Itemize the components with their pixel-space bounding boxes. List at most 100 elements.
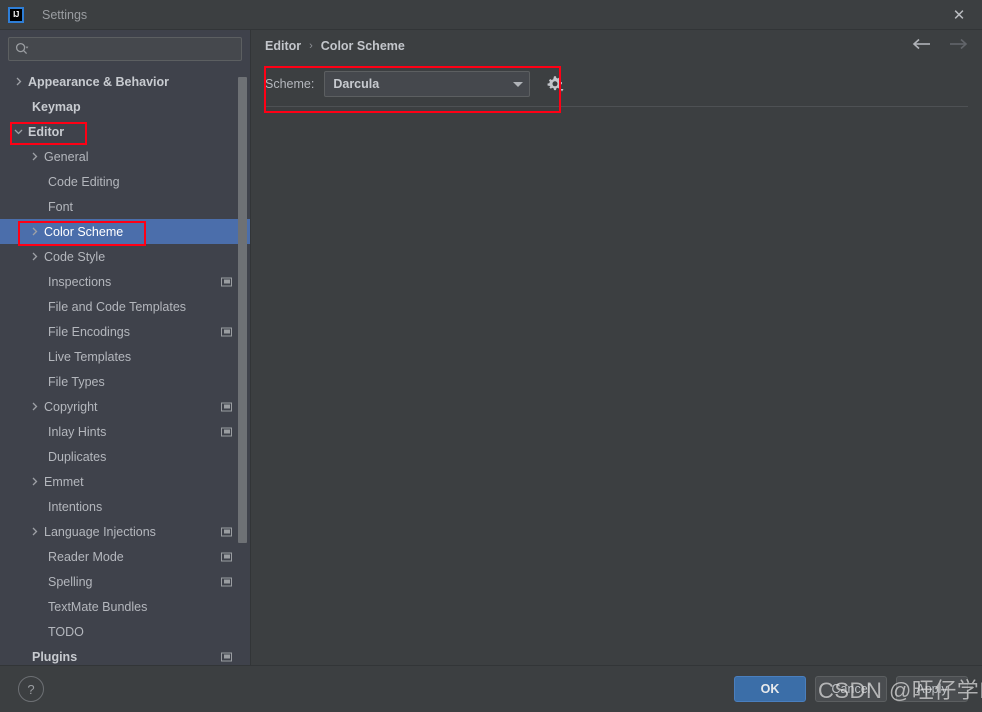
sidebar-item-intentions[interactable]: Intentions xyxy=(0,494,250,519)
close-icon[interactable]: ✕ xyxy=(936,0,982,29)
sidebar-item-reader-mode[interactable]: Reader Mode xyxy=(0,544,250,569)
chevron-right-icon[interactable] xyxy=(28,401,40,413)
gear-icon[interactable] xyxy=(544,73,566,95)
breadcrumb-separator: › xyxy=(309,40,313,52)
intellij-logo-icon: IJ xyxy=(8,6,24,23)
sidebar-scrollbar-track[interactable] xyxy=(238,71,247,661)
sidebar-item-label: Intentions xyxy=(48,499,103,514)
chevron-down-icon[interactable] xyxy=(12,126,24,138)
ok-button[interactable]: OK xyxy=(734,676,806,702)
sidebar-item-label: Reader Mode xyxy=(48,549,124,564)
settings-tree: Appearance & Behavior Keymap Editor General… xyxy=(0,67,250,665)
sidebar-item-label: Font xyxy=(48,199,74,214)
scheme-label: Scheme: xyxy=(265,77,315,91)
sidebar-item-label: Live Templates xyxy=(48,349,132,364)
chevron-right-icon[interactable] xyxy=(28,226,40,238)
sidebar-item-live-templates[interactable]: Live Templates xyxy=(0,344,250,369)
sidebar-item-editor[interactable]: Editor xyxy=(0,119,250,144)
sidebar-item-file-encodings[interactable]: File Encodings xyxy=(0,319,250,344)
breadcrumb: Editor › Color Scheme xyxy=(251,30,982,62)
window-title: Settings xyxy=(42,7,88,22)
project-scope-icon xyxy=(221,327,232,336)
sidebar-item-label: General xyxy=(44,149,89,164)
project-scope-icon xyxy=(221,577,232,586)
sidebar-item-font[interactable]: Font xyxy=(0,194,250,219)
sidebar-item-duplicates[interactable]: Duplicates xyxy=(0,444,250,469)
arrow-left-icon[interactable] xyxy=(912,37,932,55)
cancel-button[interactable]: Cancel xyxy=(815,676,887,702)
sidebar-item-label: File and Code Templates xyxy=(48,299,187,314)
sidebar-item-file-and-code-templates[interactable]: File and Code Templates xyxy=(0,294,250,319)
sidebar-item-label: Plugins xyxy=(32,649,78,664)
sidebar-item-color-scheme[interactable]: Color Scheme xyxy=(0,219,250,244)
project-scope-icon xyxy=(221,402,232,411)
sidebar-item-label: Code Editing xyxy=(48,174,120,189)
scheme-selected-value: Darcula xyxy=(333,77,380,91)
search-icon xyxy=(15,42,29,56)
breadcrumb-parent[interactable]: Editor xyxy=(265,39,301,53)
project-scope-icon xyxy=(221,552,232,561)
sidebar-item-language-injections[interactable]: Language Injections xyxy=(0,519,250,544)
sidebar-item-inspections[interactable]: Inspections xyxy=(0,269,250,294)
sidebar-item-label: Inlay Hints xyxy=(48,424,107,439)
sidebar-item-label: Appearance & Behavior xyxy=(28,74,170,89)
sidebar-item-label: Copyright xyxy=(44,399,98,414)
chevron-right-icon[interactable] xyxy=(28,251,40,263)
dialog-body: Appearance & Behavior Keymap Editor General… xyxy=(0,30,982,665)
sidebar-item-label: Spelling xyxy=(48,574,93,589)
sidebar-item-file-types[interactable]: File Types xyxy=(0,369,250,394)
search-input[interactable] xyxy=(31,42,235,56)
sidebar-item-label: Emmet xyxy=(44,474,84,489)
sidebar-item-code-style[interactable]: Code Style xyxy=(0,244,250,269)
settings-dialog: IJ Settings ✕ Appearance & Behavior Keym… xyxy=(0,0,982,712)
sidebar-item-emmet[interactable]: Emmet xyxy=(0,469,250,494)
chevron-right-icon[interactable] xyxy=(28,476,40,488)
sidebar-item-todo[interactable]: TODO xyxy=(0,619,250,644)
settings-sidebar: Appearance & Behavior Keymap Editor General… xyxy=(0,30,251,665)
sidebar-item-label: TextMate Bundles xyxy=(48,599,148,614)
chevron-right-icon[interactable] xyxy=(28,151,40,163)
footer-buttons: OK Cancel Apply xyxy=(734,666,968,712)
sidebar-item-spelling[interactable]: Spelling xyxy=(0,569,250,594)
settings-content: Editor › Color Scheme Scheme: Darcula xyxy=(251,30,982,665)
sidebar-item-keymap[interactable]: Keymap xyxy=(0,94,250,119)
sidebar-item-inlay-hints[interactable]: Inlay Hints xyxy=(0,419,250,444)
search-box[interactable] xyxy=(8,37,242,61)
settings-tree-list: Appearance & Behavior Keymap Editor General… xyxy=(0,69,250,665)
project-scope-icon xyxy=(221,652,232,661)
content-panel xyxy=(251,107,982,665)
help-button[interactable]: ? xyxy=(18,676,44,702)
chevron-down-icon xyxy=(513,81,524,87)
sidebar-item-plugins[interactable]: Plugins xyxy=(0,644,250,665)
dialog-footer: ? OK Cancel Apply xyxy=(0,665,982,712)
apply-button[interactable]: Apply xyxy=(896,676,968,702)
sidebar-item-appearance-behavior[interactable]: Appearance & Behavior xyxy=(0,69,250,94)
sidebar-item-label: Inspections xyxy=(48,274,112,289)
sidebar-item-label: Duplicates xyxy=(48,449,107,464)
breadcrumb-current: Color Scheme xyxy=(320,39,405,53)
nav-arrows xyxy=(912,30,968,62)
sidebar-item-copyright[interactable]: Copyright xyxy=(0,394,250,419)
sidebar-item-label: TODO xyxy=(48,624,84,639)
scheme-select[interactable]: Darcula xyxy=(324,71,531,97)
project-scope-icon xyxy=(221,427,232,436)
sidebar-item-label: Editor xyxy=(28,124,65,139)
sidebar-item-label: Keymap xyxy=(32,99,81,114)
chevron-right-icon[interactable] xyxy=(28,526,40,538)
sidebar-item-general[interactable]: General xyxy=(0,144,250,169)
sidebar-item-label: File Encodings xyxy=(48,324,130,339)
window-titlebar: IJ Settings ✕ xyxy=(0,0,982,30)
chevron-right-icon[interactable] xyxy=(12,76,24,88)
sidebar-item-label: Color Scheme xyxy=(44,224,124,239)
sidebar-scrollbar-thumb[interactable] xyxy=(238,76,247,543)
sidebar-item-label: File Types xyxy=(48,374,105,389)
scheme-row: Scheme: Darcula xyxy=(251,62,982,106)
search-container xyxy=(0,30,250,67)
arrow-right-icon[interactable] xyxy=(948,37,968,55)
sidebar-item-code-editing[interactable]: Code Editing xyxy=(0,169,250,194)
sidebar-item-textmate-bundles[interactable]: TextMate Bundles xyxy=(0,594,250,619)
project-scope-icon xyxy=(221,527,232,536)
sidebar-item-label: Code Style xyxy=(44,249,106,264)
sidebar-item-label: Language Injections xyxy=(44,524,156,539)
project-scope-icon xyxy=(221,277,232,286)
